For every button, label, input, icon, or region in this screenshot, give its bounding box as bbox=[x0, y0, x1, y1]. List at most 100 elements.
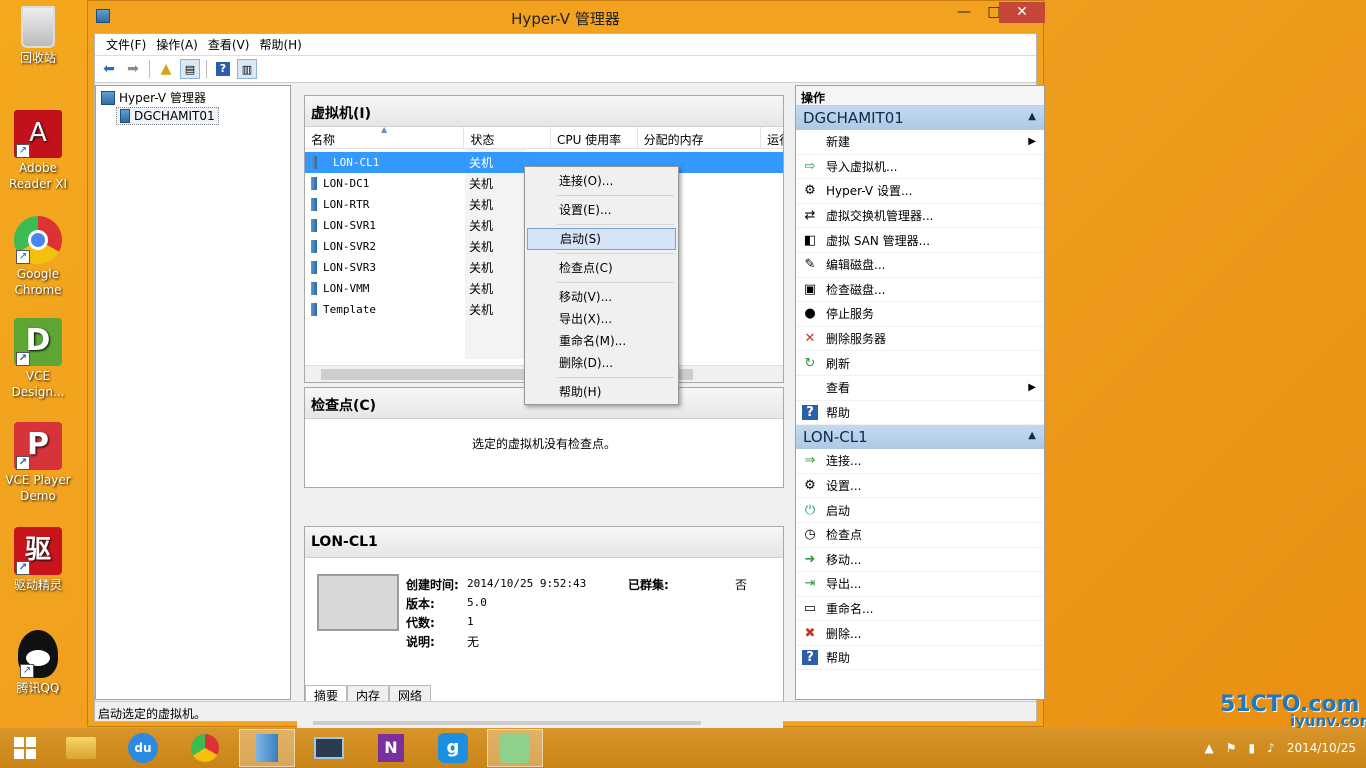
vm-row-lon-svr3[interactable]: LON-SVR3 关机 bbox=[305, 257, 545, 278]
desktop-icon-adobe-reader[interactable]: A ↗ Adobe Reader XI bbox=[4, 110, 72, 192]
forward-button[interactable]: ➡ bbox=[123, 59, 143, 79]
tree-item-server[interactable]: DGCHAMIT01 bbox=[116, 107, 219, 125]
volume-icon[interactable]: ♪ bbox=[1267, 741, 1275, 755]
server-action-8[interactable]: ✕ 删除服务器 bbox=[796, 327, 1044, 352]
desktop-icon-driver-genius[interactable]: 驱 ↗ 驱动精灵 bbox=[4, 527, 72, 593]
vm-action-6[interactable]: ▭ 重命名... bbox=[796, 597, 1044, 622]
column-uptime[interactable]: 运行 bbox=[761, 127, 783, 148]
tree-item-hyperv-root[interactable]: Hyper-V 管理器 bbox=[101, 89, 206, 106]
vm-action-5[interactable]: ⇥ 导出... bbox=[796, 572, 1044, 597]
column-assigned-memory[interactable]: 分配的内存 bbox=[638, 127, 762, 148]
server-action-7[interactable]: ● 停止服务 bbox=[796, 302, 1044, 327]
minimize-button[interactable]: — bbox=[949, 2, 979, 23]
server-action-3[interactable]: ⇄ 虚拟交换机管理器... bbox=[796, 204, 1044, 229]
ctx-settings[interactable]: 设置(E)... bbox=[527, 199, 676, 221]
desktop-icon-recycle-bin[interactable]: 回收站 bbox=[4, 6, 72, 66]
ctx-rename[interactable]: 重命名(M)... bbox=[527, 330, 676, 352]
vm-row-lon-svr2[interactable]: LON-SVR2 关机 bbox=[305, 236, 545, 257]
show-hide-console-tree-button[interactable]: ▤ bbox=[180, 59, 200, 79]
vm-row-template[interactable]: Template 关机 bbox=[305, 299, 545, 320]
taskbar-onenote[interactable]: N bbox=[363, 729, 419, 767]
server-action-4[interactable]: ◧ 虚拟 SAN 管理器... bbox=[796, 228, 1044, 253]
menu-action[interactable]: 操作(A) bbox=[151, 36, 203, 53]
export-icon: ⇥ bbox=[804, 576, 816, 592]
vm-action-8[interactable]: ? 帮助 bbox=[796, 646, 1044, 671]
desktop-icon-qq[interactable]: ↗ 腾讯QQ bbox=[4, 630, 72, 696]
vm-context-menu: 连接(O)... 设置(E)... 启动(S) 检查点(C) 移动(V)... … bbox=[524, 166, 679, 405]
tray-date[interactable]: 2014/10/25 bbox=[1287, 741, 1356, 755]
menu-bar: 文件(F) 操作(A) 查看(V) 帮助(H) bbox=[95, 34, 1036, 56]
actions-section-server[interactable]: DGCHAMIT01 ▲ bbox=[796, 106, 1044, 130]
title-bar[interactable]: Hyper-V 管理器 — □ ✕ bbox=[88, 1, 1045, 33]
help-icon: ? bbox=[802, 650, 818, 666]
vm-icon bbox=[311, 156, 317, 169]
desktop-icon-vce-designer[interactable]: D ↗ VCE Design... bbox=[4, 318, 72, 400]
menu-help[interactable]: 帮助(H) bbox=[254, 36, 306, 53]
back-button[interactable]: ⬅ bbox=[99, 59, 119, 79]
ctx-help[interactable]: 帮助(H) bbox=[527, 381, 676, 403]
collapse-caret-icon[interactable]: ▲ bbox=[1028, 430, 1036, 441]
taskbar-app-tea[interactable] bbox=[487, 729, 543, 767]
actions-title: 操作 bbox=[796, 86, 1044, 106]
vm-action-2[interactable]: ⏻ 启动 bbox=[796, 498, 1044, 523]
vm-row-lon-svr1[interactable]: LON-SVR1 关机 bbox=[305, 215, 545, 236]
vm-row-lon-rtr[interactable]: LON-RTR 关机 bbox=[305, 194, 545, 215]
show-hide-action-pane-button[interactable]: ▥ bbox=[237, 59, 257, 79]
ctx-connect[interactable]: 连接(O)... bbox=[527, 170, 676, 192]
app-tea-icon bbox=[500, 733, 530, 763]
collapse-caret-icon[interactable]: ▲ bbox=[1028, 111, 1036, 122]
server-action-9[interactable]: ↻ 刷新 bbox=[796, 351, 1044, 376]
column-state[interactable]: 状态 bbox=[464, 127, 551, 148]
ctx-checkpoint[interactable]: 检查点(C) bbox=[527, 257, 676, 279]
vm-name: LON-SVR2 bbox=[323, 240, 376, 253]
taskbar-chrome[interactable] bbox=[177, 729, 233, 767]
server-action-0[interactable]: 新建 ▶ bbox=[796, 130, 1044, 155]
close-button[interactable]: ✕ bbox=[999, 2, 1045, 23]
vm-name: LON-VMM bbox=[323, 282, 370, 295]
vm-action-1[interactable]: ⚙ 设置... bbox=[796, 474, 1044, 499]
taskbar-remote-desktop[interactable] bbox=[301, 729, 357, 767]
action-label: 重命名... bbox=[826, 601, 874, 616]
action-center-flag-icon[interactable]: ⚑ bbox=[1226, 741, 1237, 755]
ctx-start[interactable]: 启动(S) bbox=[527, 228, 676, 250]
vm-action-3[interactable]: ◷ 检查点 bbox=[796, 523, 1044, 548]
server-action-11[interactable]: ? 帮助 bbox=[796, 401, 1044, 426]
taskbar-file-explorer[interactable] bbox=[53, 729, 109, 767]
vm-action-4[interactable]: ➜ 移动... bbox=[796, 548, 1044, 573]
desktop-icon-vce-player[interactable]: P ↗ VCE Player Demo bbox=[4, 422, 72, 504]
server-action-2[interactable]: ⚙ Hyper-V 设置... bbox=[796, 179, 1044, 204]
vm-action-0[interactable]: ⇒ 连接... bbox=[796, 449, 1044, 474]
ctx-move[interactable]: 移动(V)... bbox=[527, 286, 676, 308]
start-button[interactable] bbox=[0, 729, 50, 767]
vm-row-lon-dc1[interactable]: LON-DC1 关机 bbox=[305, 173, 545, 194]
ctx-export[interactable]: 导出(X)... bbox=[527, 308, 676, 330]
vm-action-7[interactable]: ✖ 删除... bbox=[796, 621, 1044, 646]
action-label: 停止服务 bbox=[826, 307, 875, 322]
delete-icon: ✖ bbox=[804, 625, 816, 641]
vm-row-lon-vmm[interactable]: LON-VMM 关机 bbox=[305, 278, 545, 299]
taskbar-app-g[interactable]: g bbox=[425, 729, 481, 767]
taskbar-baidu-cloud[interactable]: du bbox=[115, 729, 171, 767]
server-action-10[interactable]: 查看 ▶ bbox=[796, 376, 1044, 401]
server-action-5[interactable]: ✎ 编辑磁盘... bbox=[796, 253, 1044, 278]
show-hidden-icons-icon[interactable]: ▲ bbox=[1205, 741, 1214, 755]
desktop-icon-chrome[interactable]: ↗ Google Chrome bbox=[4, 216, 72, 298]
column-cpu-usage[interactable]: CPU 使用率 bbox=[551, 127, 638, 148]
vm-name: Template bbox=[323, 303, 376, 316]
taskbar-hyperv-manager[interactable] bbox=[239, 729, 295, 767]
shortcut-arrow-icon: ↗ bbox=[20, 664, 34, 678]
ctx-delete[interactable]: 删除(D)... bbox=[527, 352, 676, 374]
actions-section-vm[interactable]: LON-CL1 ▲ bbox=[796, 425, 1044, 450]
network-signal-icon[interactable]: ▮ bbox=[1249, 741, 1256, 755]
back-arrow-icon: ⬅ bbox=[103, 61, 115, 77]
server-action-1[interactable]: ⇨ 导入虚拟机... bbox=[796, 155, 1044, 180]
help-toolbar-button[interactable]: ? bbox=[213, 59, 233, 79]
vce-player-icon: P ↗ bbox=[14, 422, 62, 470]
server-action-6[interactable]: ▣ 检查磁盘... bbox=[796, 278, 1044, 303]
menu-file[interactable]: 文件(F) bbox=[101, 36, 151, 53]
menu-view[interactable]: 查看(V) bbox=[203, 36, 255, 53]
up-folder-button[interactable]: ▲ bbox=[156, 59, 176, 79]
desktop-icon-label: VCE Design... bbox=[11, 369, 65, 399]
recycle-bin-icon bbox=[21, 6, 55, 48]
shortcut-arrow-icon: ↗ bbox=[16, 144, 30, 158]
